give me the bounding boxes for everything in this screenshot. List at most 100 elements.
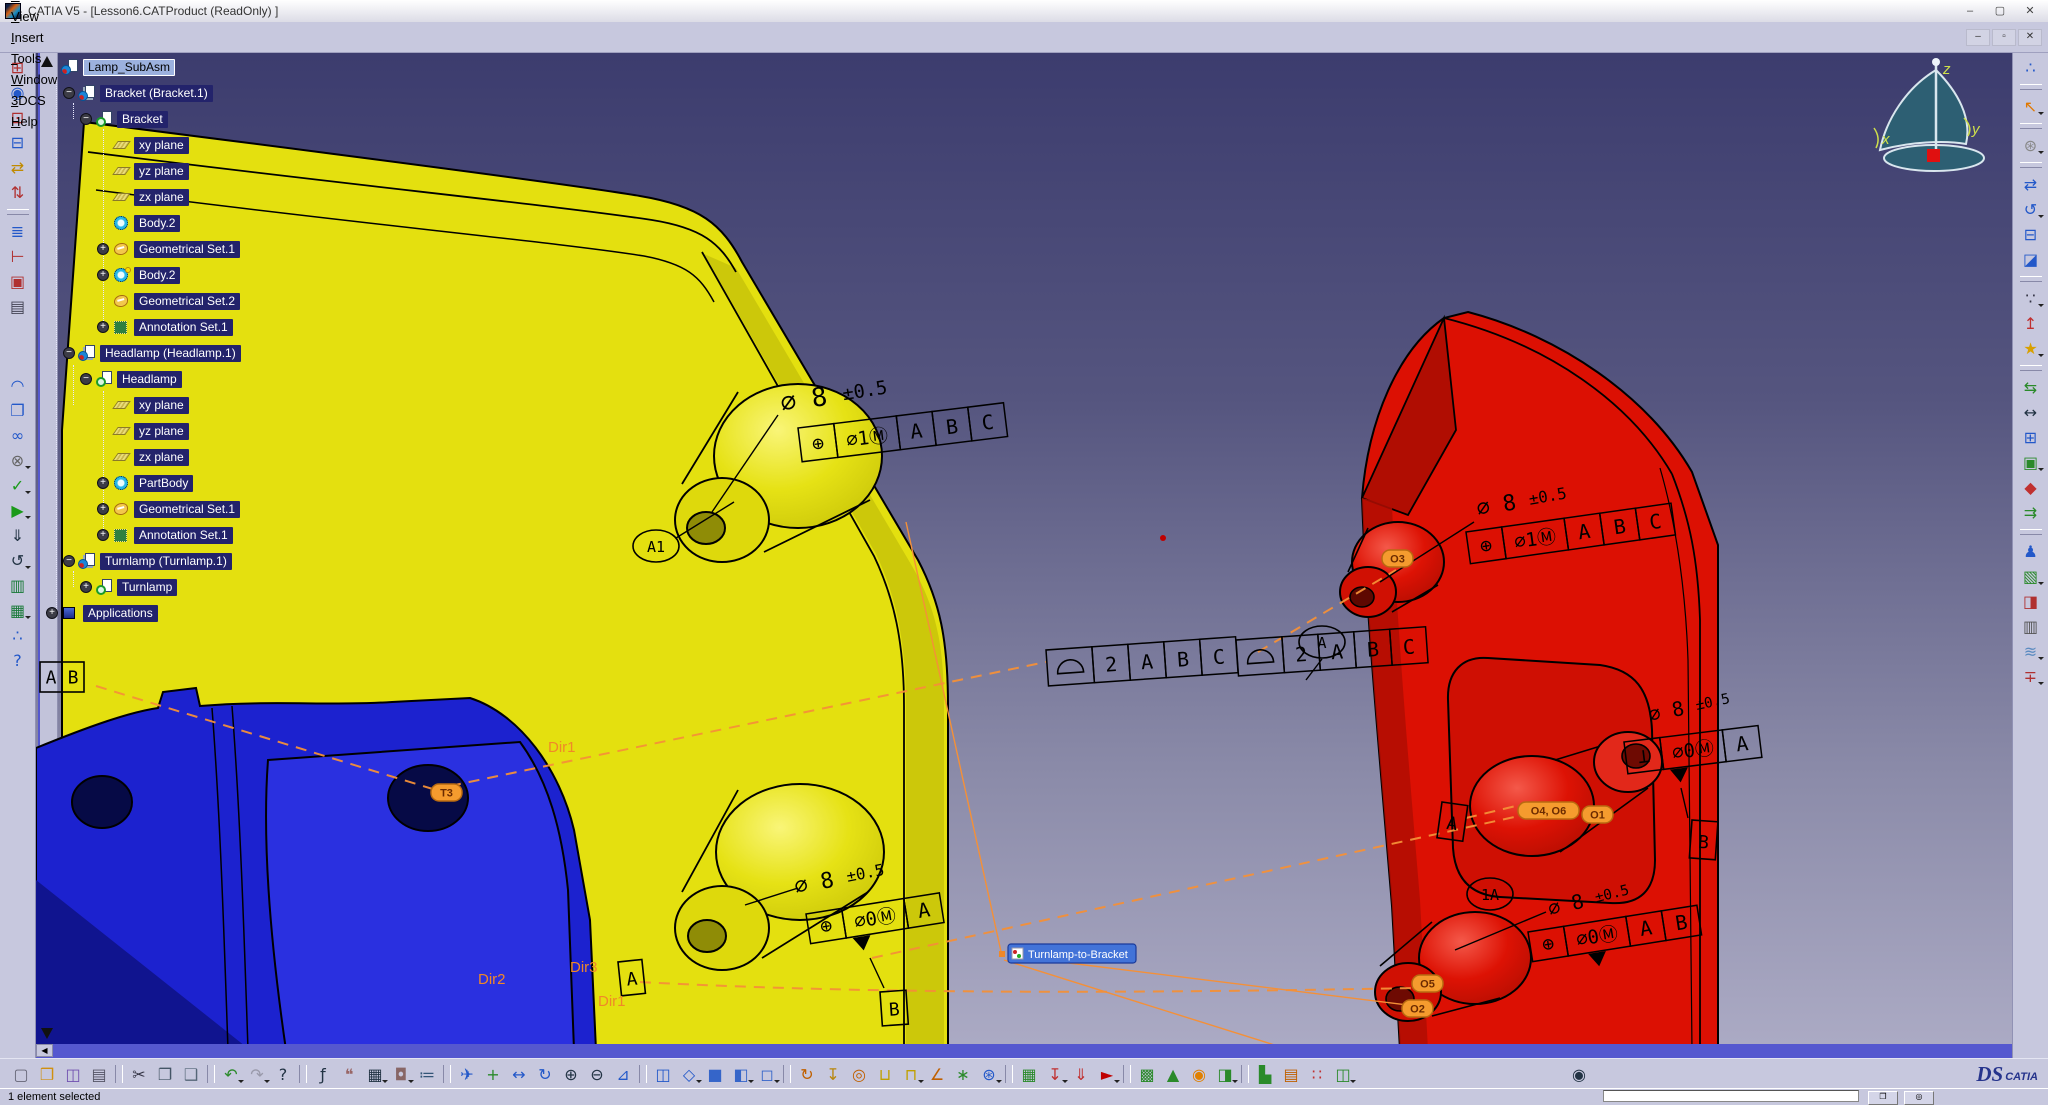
tree-item-headlamp-headlamp-1[interactable]: − Headlamp (Headlamp.1) bbox=[40, 340, 360, 366]
knowledge-advisor-icon[interactable]: ❝ bbox=[336, 1062, 362, 1087]
distance-band-analysis-icon[interactable]: ▲ bbox=[1160, 1062, 1186, 1087]
arrow-annotate-icon[interactable]: ► bbox=[1094, 1062, 1120, 1087]
coincidence-constraint-icon[interactable]: ◎ bbox=[846, 1062, 872, 1087]
minimize-button[interactable]: – bbox=[1956, 3, 1984, 20]
multi-view-icon[interactable]: ◫ bbox=[650, 1062, 676, 1087]
undo-icon[interactable]: ↶ bbox=[218, 1062, 244, 1087]
update-positions-icon[interactable]: ↺ bbox=[2018, 197, 2044, 222]
graph-tree-icon[interactable]: ≣ bbox=[5, 219, 31, 244]
menu-view[interactable]: View bbox=[2, 6, 66, 27]
rotate-view-icon[interactable]: ↻ bbox=[532, 1062, 558, 1087]
colored-cube-icon[interactable]: ▧ bbox=[2018, 564, 2044, 589]
tree-expander[interactable]: + bbox=[97, 503, 109, 515]
measure-item-icon[interactable]: ↧ bbox=[1042, 1062, 1068, 1087]
offset-constraint-icon[interactable]: ⊓ bbox=[898, 1062, 924, 1087]
redo-icon[interactable]: ↷ bbox=[244, 1062, 270, 1087]
tree-item-body-2[interactable]: Body.2 bbox=[40, 210, 360, 236]
power-input-field[interactable] bbox=[1603, 1090, 1859, 1102]
tree-item-turnlamp-turnlamp-1[interactable]: − Turnlamp (Turnlamp.1) bbox=[40, 548, 360, 574]
angle-constraint-icon[interactable]: ∠ bbox=[924, 1062, 950, 1087]
tree-expander[interactable]: + bbox=[97, 243, 109, 255]
mdi-minimize-button[interactable]: – bbox=[1966, 29, 1990, 46]
tree-item-geometrical-set-1[interactable]: + Geometrical Set.1 bbox=[40, 236, 360, 262]
mdi-close-button[interactable]: ✕ bbox=[2018, 29, 2042, 46]
paste-icon[interactable]: ❑ bbox=[178, 1062, 204, 1087]
formula-icon[interactable]: ƒ bbox=[310, 1062, 336, 1087]
stack-components-icon[interactable]: ▣ bbox=[2018, 450, 2044, 475]
update-links-icon[interactable]: ⇄ bbox=[2018, 172, 2044, 197]
check-analysis-icon[interactable]: ✓ bbox=[5, 473, 31, 498]
tree-item-label[interactable]: Headlamp bbox=[117, 371, 182, 388]
tree-item-yz-plane[interactable]: yz plane bbox=[40, 158, 360, 184]
copy-icon[interactable]: ❐ bbox=[152, 1062, 178, 1087]
tree-item-label[interactable]: zx plane bbox=[134, 189, 189, 206]
tree-item-label[interactable]: Bracket (Bracket.1) bbox=[100, 85, 213, 102]
fit-all-in-icon[interactable]: + bbox=[480, 1062, 506, 1087]
tree-item-label[interactable]: Annotation Set.1 bbox=[134, 319, 233, 336]
new-document-icon[interactable]: ▢ bbox=[8, 1062, 34, 1087]
tree-item-label[interactable]: Turnlamp bbox=[117, 579, 177, 596]
contact-constraint-icon[interactable]: ⊔ bbox=[872, 1062, 898, 1087]
tree-item-yz-plane[interactable]: yz plane bbox=[40, 418, 360, 444]
tree-expander[interactable]: − bbox=[63, 347, 75, 359]
fly-mode-icon[interactable]: ✈ bbox=[454, 1062, 480, 1087]
tree-item-annotation-set-1[interactable]: + Annotation Set.1 bbox=[40, 522, 360, 548]
tree-item-headlamp[interactable]: − Headlamp bbox=[40, 366, 360, 392]
shaded-edges-view-icon[interactable]: ◧ bbox=[728, 1062, 754, 1087]
sectioning-icon[interactable]: ◨ bbox=[1212, 1062, 1238, 1087]
smart-pick-icon[interactable]: ⊛ bbox=[2018, 133, 2044, 158]
tree-item-lamp-subasm[interactable]: Lamp_SubAsm bbox=[40, 54, 360, 80]
fast-multi-instantiation-icon[interactable]: ▣ bbox=[5, 269, 31, 294]
tree-item-label[interactable]: xy plane bbox=[134, 397, 189, 414]
tree-item-bracket[interactable]: − Bracket bbox=[40, 106, 360, 132]
menu-help[interactable]: Help bbox=[2, 111, 66, 132]
dmu-structure-icon[interactable]: ∴ bbox=[2018, 55, 2044, 80]
tree-item-xy-plane[interactable]: xy plane bbox=[40, 132, 360, 158]
tree-item-label[interactable]: Body.2 bbox=[134, 215, 180, 232]
search-binoculars-icon[interactable]: ∞ bbox=[5, 423, 31, 448]
close-button[interactable]: ✕ bbox=[2016, 3, 2044, 20]
block-compare-icon[interactable]: ◨ bbox=[2018, 589, 2044, 614]
tree-expander[interactable]: + bbox=[97, 529, 109, 541]
tree-expander[interactable]: + bbox=[80, 581, 92, 593]
offset-direction-icon[interactable]: ↥ bbox=[2018, 311, 2044, 336]
transfer-positions-icon[interactable]: ⇉ bbox=[2018, 500, 2044, 525]
tree-expander[interactable]: − bbox=[80, 113, 92, 125]
tools-options-icon[interactable]: ⊗ bbox=[5, 448, 31, 473]
tree-item-label[interactable]: yz plane bbox=[134, 423, 189, 440]
tree-item-body-2[interactable]: + Body.2 bbox=[40, 262, 360, 288]
tree-item-label[interactable]: Bracket bbox=[117, 111, 168, 128]
excel-link-icon[interactable]: ▦ bbox=[5, 598, 31, 623]
graph-list-icon[interactable]: ⊟ bbox=[2018, 222, 2044, 247]
design-table-add-icon[interactable]: ▦ bbox=[1016, 1062, 1042, 1087]
tree-item-geometrical-set-2[interactable]: Geometrical Set.2 bbox=[40, 288, 360, 314]
tree-item-label[interactable]: Geometrical Set.1 bbox=[134, 501, 240, 518]
constraint-gears-icon[interactable]: ⊛ bbox=[976, 1062, 1002, 1087]
tree-item-label[interactable]: Lamp_SubAsm bbox=[83, 59, 175, 76]
animation-film-icon[interactable]: ▥ bbox=[2018, 614, 2044, 639]
tree-expander[interactable]: − bbox=[80, 373, 92, 385]
warning-analysis-icon[interactable]: ◉ bbox=[1186, 1062, 1212, 1087]
tree-item-partbody[interactable]: + PartBody bbox=[40, 470, 360, 496]
webcam-capture-icon[interactable]: ◉ bbox=[1566, 1062, 1592, 1087]
measure-inertia-icon[interactable]: ⇓ bbox=[1068, 1062, 1094, 1087]
tree-item-geometrical-set-1[interactable]: + Geometrical Set.1 bbox=[40, 496, 360, 522]
measure-between-icon[interactable]: ↔ bbox=[2018, 400, 2044, 425]
dot-matrix-results-icon[interactable]: ∷ bbox=[1304, 1062, 1330, 1087]
histogram-results-icon[interactable]: ▙ bbox=[1252, 1062, 1278, 1087]
tree-item-label[interactable]: Turnlamp (Turnlamp.1) bbox=[100, 553, 232, 570]
import-data-icon[interactable]: ⇓ bbox=[5, 523, 31, 548]
zoom-in-icon[interactable]: ⊕ bbox=[558, 1062, 584, 1087]
save-results-icon[interactable]: ◫ bbox=[1330, 1062, 1356, 1087]
iso-view-icon[interactable]: ◇ bbox=[676, 1062, 702, 1087]
component-sets-icon[interactable]: ⊞ bbox=[2018, 425, 2044, 450]
tree-item-label[interactable]: PartBody bbox=[134, 475, 193, 492]
mdi-restore-button[interactable]: ▫ bbox=[1992, 29, 2016, 46]
catalog-browser-icon[interactable]: ▥ bbox=[5, 573, 31, 598]
select-pointer-icon[interactable]: ↖ bbox=[2018, 94, 2044, 119]
lock-parameters-icon[interactable]: ◘ bbox=[388, 1062, 414, 1087]
generate-numbering-icon[interactable]: ⊢ bbox=[5, 244, 31, 269]
tree-expander[interactable]: + bbox=[46, 607, 58, 619]
tree-expander[interactable]: + bbox=[97, 269, 109, 281]
open-document-icon[interactable]: ❒ bbox=[34, 1062, 60, 1087]
